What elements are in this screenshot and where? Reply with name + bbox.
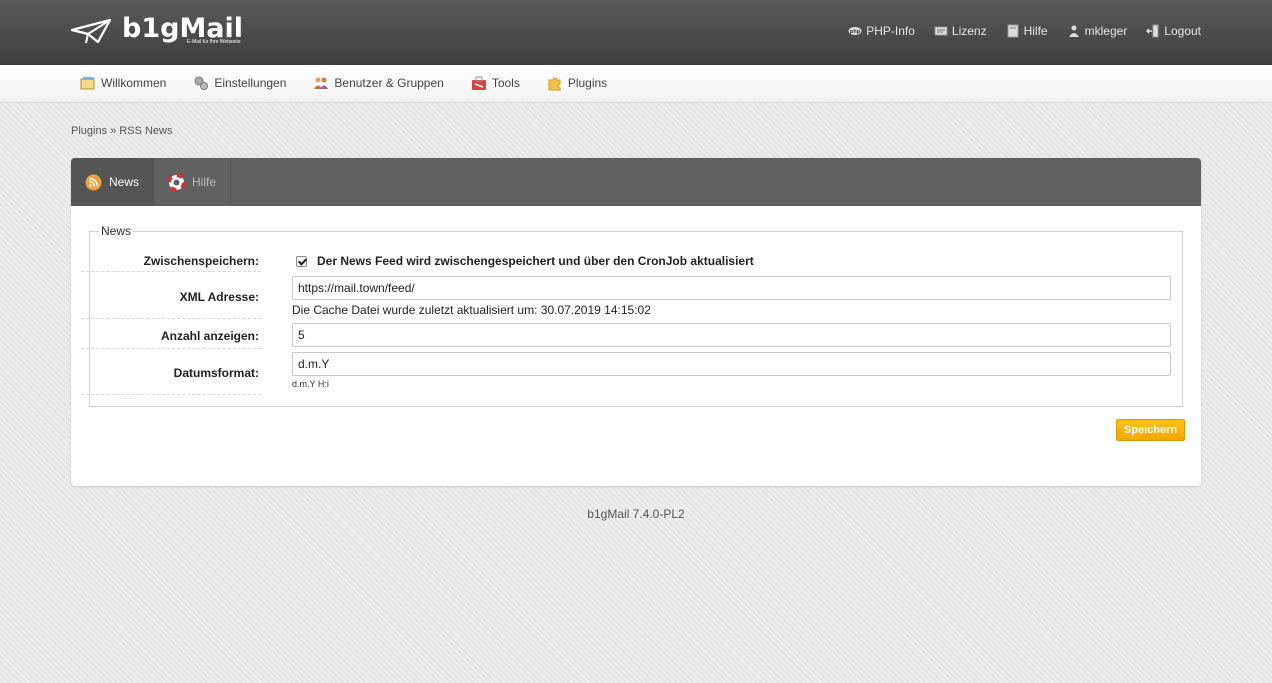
tab-label: News bbox=[109, 175, 140, 189]
puzzle-icon bbox=[548, 77, 561, 91]
tab-news[interactable]: News bbox=[71, 158, 155, 206]
tools-icon bbox=[471, 76, 486, 90]
lifebuoy-icon bbox=[168, 173, 186, 191]
nav-item-label: Einstellungen bbox=[214, 76, 287, 90]
xml-control: Die Cache Datei wurde zuletzt aktualisie… bbox=[292, 276, 1171, 317]
logout-label: Logout bbox=[1164, 24, 1201, 38]
count-input[interactable] bbox=[292, 323, 1171, 347]
nav-item-label: Tools bbox=[491, 76, 520, 90]
php-icon: php bbox=[848, 24, 862, 38]
nav-item-label: Plugins bbox=[567, 76, 608, 90]
license-label: Lizenz bbox=[951, 24, 987, 38]
count-label: Anzahl anzeigen: bbox=[160, 329, 259, 343]
users-icon bbox=[314, 77, 329, 89]
news-legend: News bbox=[101, 224, 132, 238]
svg-text:php: php bbox=[850, 29, 861, 35]
logout-link[interactable]: Logout bbox=[1146, 24, 1201, 38]
cache-control: Der News Feed wird zwischengespeichert u… bbox=[292, 254, 754, 268]
nav-item-label: Willkommen bbox=[101, 76, 167, 90]
dateformat-label: Datumsformat: bbox=[173, 366, 259, 380]
content-panel: News Hilfe News Zwischenspeichern: Der N… bbox=[71, 158, 1201, 486]
gears-icon bbox=[194, 76, 209, 90]
save-button[interactable]: Speichern bbox=[1116, 419, 1185, 441]
php-info-label: PHP-Info bbox=[866, 24, 915, 38]
cache-checkbox[interactable] bbox=[296, 255, 307, 267]
xml-address-input[interactable] bbox=[292, 276, 1171, 300]
main-nav: Willkommen Einstellungen Benutzer & Grup… bbox=[0, 65, 1272, 103]
dateformat-input[interactable] bbox=[292, 352, 1171, 376]
help-book-icon bbox=[1006, 24, 1020, 38]
tab-hilfe[interactable]: Hilfe bbox=[154, 158, 232, 206]
breadcrumb: Plugins » RSS News bbox=[71, 125, 173, 137]
php-info-link[interactable]: php PHP-Info bbox=[848, 24, 915, 38]
tab-label: Hilfe bbox=[192, 175, 217, 189]
logo-subtitle: E-Mail für Ihre Webseite bbox=[187, 39, 241, 45]
cache-label: Zwischenspeichern: bbox=[143, 254, 259, 268]
dateformat-control: d.m.Y H:i bbox=[292, 352, 1171, 389]
xml-row: XML Adresse: bbox=[81, 272, 261, 319]
user-link[interactable]: mkleger bbox=[1067, 24, 1128, 38]
nav-item-willkommen[interactable]: Willkommen bbox=[80, 75, 166, 91]
dateformat-hint: d.m.Y H:i bbox=[292, 379, 329, 389]
cache-updated-note: Die Cache Datei wurde zuletzt aktualisie… bbox=[292, 303, 651, 317]
cache-row: Zwischenspeichern: bbox=[81, 246, 261, 272]
top-header: b1gMail E-Mail für Ihre Webseite php PHP… bbox=[0, 0, 1272, 65]
count-row: Anzahl anzeigen: bbox=[81, 319, 261, 349]
help-link[interactable]: Hilfe bbox=[1006, 24, 1048, 38]
license-link[interactable]: Lizenz bbox=[934, 24, 987, 38]
nav-item-benutzer-gruppen[interactable]: Benutzer & Gruppen bbox=[313, 75, 444, 91]
top-links: php PHP-Info Lizenz Hilfe mkleger Logout bbox=[848, 24, 1201, 38]
nav-item-tools[interactable]: Tools bbox=[471, 75, 520, 91]
logo[interactable]: b1gMail E-Mail für Ihre Webseite bbox=[70, 15, 243, 48]
dateformat-row: Datumsformat: bbox=[81, 349, 261, 395]
tab-bar: News Hilfe bbox=[71, 158, 1201, 206]
xml-label: XML Adresse: bbox=[179, 290, 259, 304]
logout-icon bbox=[1146, 24, 1160, 38]
cache-checkbox-label: Der News Feed wird zwischengespeichert u… bbox=[317, 254, 754, 268]
help-label: Hilfe bbox=[1023, 24, 1048, 38]
nav-item-einstellungen[interactable]: Einstellungen bbox=[193, 75, 286, 91]
user-label: mkleger bbox=[1084, 24, 1128, 38]
license-icon bbox=[934, 24, 948, 38]
nav-item-label: Benutzer & Gruppen bbox=[334, 76, 444, 90]
footer-version: b1gMail 7.4.0-PL2 bbox=[587, 507, 685, 521]
nav-item-plugins[interactable]: Plugins bbox=[547, 75, 607, 91]
welcome-icon bbox=[80, 77, 95, 90]
paper-plane-logo-icon bbox=[70, 18, 112, 44]
rss-icon bbox=[85, 174, 102, 190]
count-control bbox=[292, 323, 1171, 347]
user-icon bbox=[1067, 24, 1081, 38]
